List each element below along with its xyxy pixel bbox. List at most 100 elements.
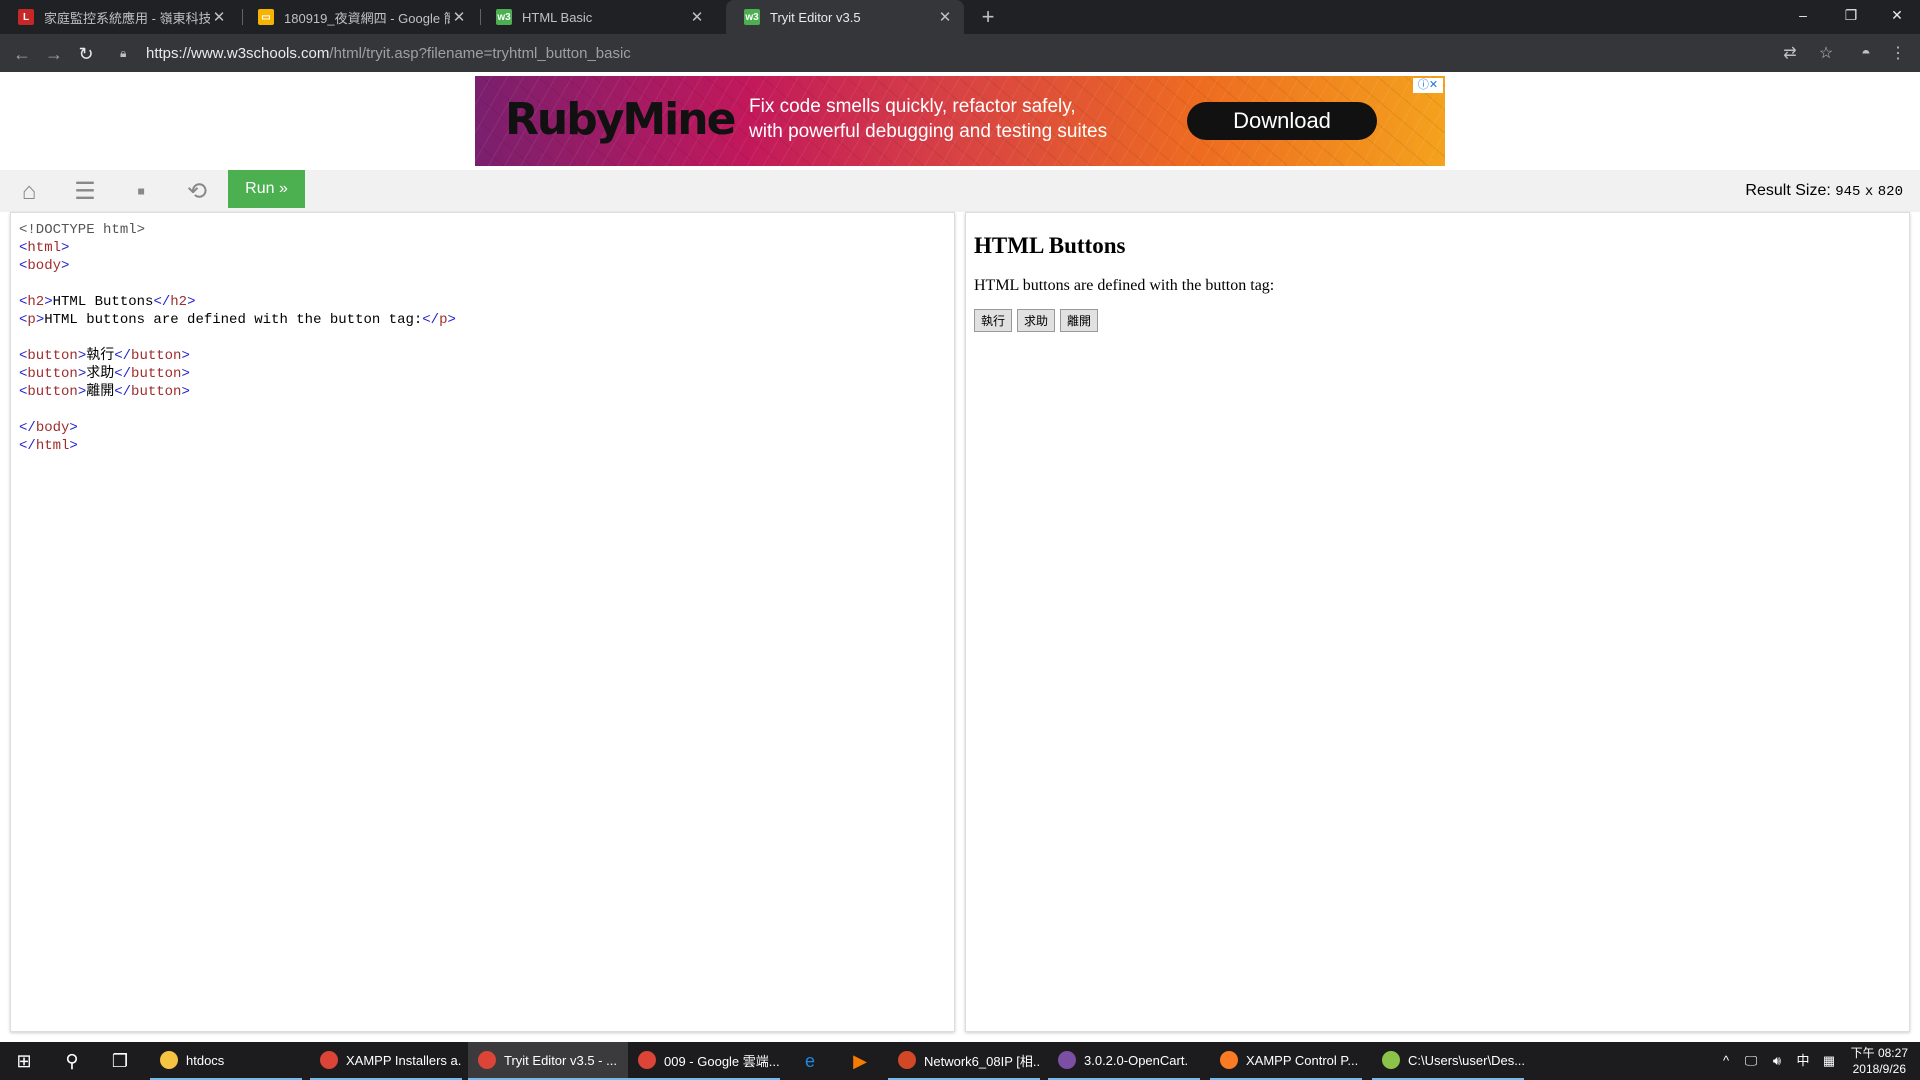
code-token: > [61, 240, 70, 256]
tab-title: Tryit Editor v3.5 [770, 9, 861, 25]
rotate-layout-icon[interactable]: ⟲ [174, 174, 220, 210]
code-token: > [181, 384, 190, 400]
reload-button[interactable]: ↻ [72, 40, 100, 68]
close-tab-icon[interactable]: ✕ [936, 8, 954, 26]
page-content: RubyMine Fix code smells quickly, refact… [0, 72, 1920, 1042]
ad-headline-2: with powerful debugging and testing suit… [749, 121, 1108, 142]
code-line: <button>離開</button> [19, 383, 946, 401]
code-line: <h2>HTML Buttons</h2> [19, 293, 946, 311]
back-button[interactable]: ← [8, 40, 36, 68]
media-player-icon[interactable]: ▶ [840, 1045, 880, 1077]
translate-icon[interactable]: ⇄ [1776, 40, 1804, 68]
code-token: button [27, 366, 78, 382]
code-token: 執行 [86, 348, 115, 364]
ad-download-button[interactable]: Download [1187, 102, 1377, 140]
code-token: p [27, 312, 36, 328]
search-icon[interactable]: ⚲ [52, 1045, 92, 1077]
url-host: https://www.w3schools.com [146, 44, 330, 62]
exit-button[interactable]: 離開 [1060, 309, 1099, 332]
chrome-icon [478, 1051, 496, 1069]
ad-choices-icon[interactable]: ⓘ✕ [1413, 78, 1443, 93]
w3schools-icon: w3 [744, 9, 760, 25]
address-bar[interactable]: 🔒︎ https://www.w3schools.com/html/tryit.… [108, 39, 1788, 67]
code-token: button [27, 348, 78, 364]
execute-button[interactable]: 執行 [974, 309, 1013, 332]
code-token: body [35, 420, 70, 436]
taskbar-app[interactable]: Tryit Editor v3.5 - ... [468, 1042, 628, 1080]
taskbar-app[interactable]: XAMPP Control P... [1210, 1042, 1362, 1080]
rubymine-ad-banner[interactable]: RubyMine Fix code smells quickly, refact… [475, 76, 1445, 166]
code-token: > [44, 294, 53, 310]
result-paragraph: HTML buttons are defined with the button… [974, 277, 1275, 294]
code-token: button [131, 366, 182, 382]
code-token: </ [153, 294, 171, 310]
result-heading: HTML Buttons [974, 233, 1126, 258]
bookmark-star-icon[interactable]: ☆ [1812, 40, 1840, 68]
help-button[interactable]: 求助 [1017, 309, 1056, 332]
system-clock[interactable]: 下午 08:27 2018/9/26 [1851, 1045, 1908, 1077]
code-token: </ [114, 348, 132, 364]
code-token: > [181, 348, 190, 364]
taskbar-app-label: 3.0.2.0-OpenCart. [1084, 1052, 1189, 1068]
code-editor[interactable]: <!DOCTYPE html> <html> <body> <h2>HTML Butt… [10, 212, 955, 1032]
code-line: <button>執行</button> [19, 347, 946, 365]
code-token: <!DOCTYPE html> [19, 222, 146, 238]
restore-button[interactable]: ❐ [1828, 0, 1874, 30]
code-line: <!DOCTYPE html> [19, 221, 946, 239]
clock-date: 2018/9/26 [1852, 1062, 1906, 1076]
result-size-label: Result Size: [1745, 182, 1831, 199]
taskbar-app[interactable]: 009 - Google 雲端... [628, 1042, 780, 1080]
minimize-button[interactable]: – [1780, 0, 1826, 30]
volume-icon[interactable]: 🔊︎ [1766, 1042, 1788, 1080]
close-window-button[interactable]: ✕ [1874, 0, 1920, 30]
home-icon[interactable]: ⌂ [6, 174, 52, 210]
menu-dots-icon[interactable]: ⋮ [1884, 40, 1912, 68]
code-token: > [77, 384, 87, 400]
taskbar-app-label: XAMPP Control P... [1246, 1052, 1359, 1068]
code-token: 離開 [86, 384, 115, 400]
taskbar-app-label: Tryit Editor v3.5 - ... [504, 1052, 617, 1068]
keyboard-icon[interactable]: ▦ [1818, 1042, 1840, 1080]
code-token: button [131, 384, 182, 400]
close-tab-icon[interactable]: ✕ [450, 8, 468, 26]
browser-tab-bar: L 家庭監控系統應用 - 嶺東科技大學 ✕ ▭ 180919_夜資網四 - Go… [0, 0, 1920, 34]
close-tab-icon[interactable]: ✕ [210, 8, 228, 26]
code-token: button [131, 348, 182, 364]
slides-icon: ▭ [258, 9, 274, 25]
code-token: html [35, 438, 70, 454]
incognito-icon[interactable]: ◓ [1852, 40, 1880, 68]
forward-button[interactable]: → [40, 40, 68, 68]
code-token: > [35, 312, 45, 328]
taskbar-app[interactable]: Network6_08IP [相... [888, 1042, 1040, 1080]
code-token: p [439, 312, 448, 328]
taskbar-app[interactable]: htdocs [150, 1042, 302, 1080]
tab-html-basic[interactable]: w3 HTML Basic ✕ [478, 0, 716, 34]
tab-title: 家庭監控系統應用 - 嶺東科技大學 [44, 10, 210, 26]
run-button[interactable]: Run » [228, 170, 305, 208]
code-token: </ [114, 366, 132, 382]
new-tab-button[interactable]: + [975, 4, 1001, 30]
tray-chevron-icon[interactable]: ^ [1716, 1042, 1736, 1080]
close-tab-icon[interactable]: ✕ [688, 8, 706, 26]
tab-ldu-monitor[interactable]: L 家庭監控系統應用 - 嶺東科技大學 ✕ [0, 0, 238, 34]
taskbar-app[interactable]: XAMPP Installers a... [310, 1042, 462, 1080]
tab-tryit-editor[interactable]: w3 Tryit Editor v3.5 ✕ [726, 0, 964, 34]
network-icon[interactable]: 🖵︎ [1740, 1042, 1762, 1080]
code-token: > [187, 294, 196, 310]
taskbar-app[interactable]: 3.0.2.0-OpenCart. [1048, 1042, 1200, 1080]
xampp-icon [1220, 1051, 1238, 1069]
tab-google-slides[interactable]: ▭ 180919_夜資網四 - Google 簡報 ✕ [240, 0, 478, 34]
taskbar-app-label: Network6_08IP [相... [924, 1053, 1040, 1069]
taskbar-app-label: C:\Users\user\Des... [1408, 1052, 1524, 1068]
menu-icon[interactable]: ☰ [62, 174, 108, 210]
save-icon[interactable]: ▪ [118, 174, 164, 210]
code-token: HTML buttons are defined with the button… [44, 312, 423, 328]
task-view-icon[interactable]: ❐ [100, 1045, 140, 1077]
code-token: > [181, 366, 190, 382]
taskbar-app[interactable]: C:\Users\user\Des... [1372, 1042, 1524, 1080]
code-token: > [447, 312, 456, 328]
start-windows-icon[interactable]: ⊞ [4, 1045, 44, 1077]
ime-indicator[interactable]: 中 [1792, 1042, 1814, 1080]
edge-browser-icon[interactable]: e [790, 1045, 830, 1077]
